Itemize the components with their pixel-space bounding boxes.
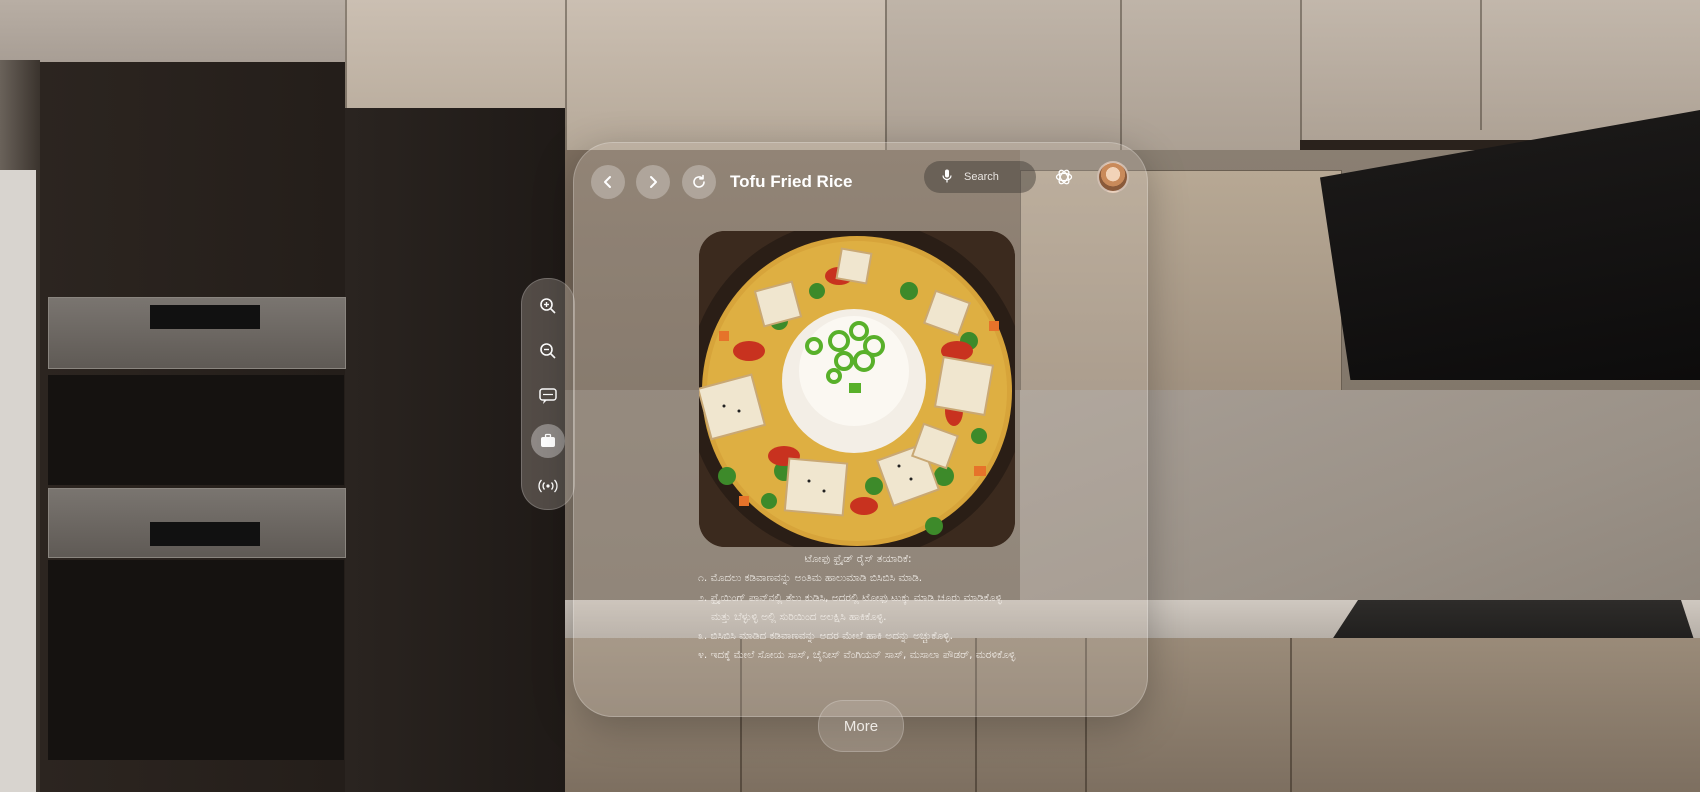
briefcase-icon[interactable] (531, 424, 565, 458)
subtitles-icon[interactable] (531, 379, 565, 413)
back-button[interactable] (591, 165, 625, 199)
recipe-step: ೨. ಫ್ರೈಯಿಂಗ್ ಪಾನ್‌ನಲ್ಲಿ ತೆಲು ಕುಡಿಸಿ, ಅದರ… (698, 591, 1003, 604)
browser-window: Tofu Fried Rice Search ಟೋಫು ಫ್ರೈಡ್ ರೈಸ್ … (573, 142, 1148, 717)
zoom-out-icon[interactable] (531, 334, 565, 368)
recipe-step: ೪. ಇದಕ್ಕೆ ಮೇಲೆ ಸೋಯ ಸಾಸ್, ಚೈನೀಸ್ ವೆಂಗಿಯನ್… (698, 649, 1016, 662)
more-button[interactable]: More (818, 700, 904, 752)
microphone-icon[interactable] (942, 169, 952, 186)
recipe-text: ಟೋಫು ಫ್ರೈಡ್ ರೈಸ್ ತಯಾರಿಕೆ: ೧. ಮೊದಲು ಕಡಿವಾ… (698, 550, 1118, 666)
chevron-left-icon (604, 176, 611, 188)
search-label: Search (964, 171, 999, 183)
recipe-heading: ಟೋಫು ಫ್ರೈಡ್ ರೈಸ್ ತಯಾರಿಕೆ: (804, 553, 912, 565)
user-avatar[interactable] (1097, 161, 1129, 193)
page-title: Tofu Fried Rice (730, 172, 853, 191)
side-toolbar (521, 278, 575, 510)
broadcast-icon[interactable] (531, 469, 565, 503)
chatgpt-button[interactable] (1052, 165, 1076, 189)
chatgpt-icon (1055, 169, 1073, 185)
zoom-in-icon[interactable] (531, 289, 565, 323)
search-field[interactable]: Search (924, 161, 1036, 193)
forward-button[interactable] (636, 165, 670, 199)
chevron-right-icon (650, 176, 657, 188)
tofu-fried-rice-image (699, 231, 1015, 547)
recipe-step-continuation: ಮತ್ತು ಬೆಳ್ಳುಳ್ಳಿ ಅಲ್ಲಿ ಸುರಿಯಿಂದ ಅಲಕ್ಷಿಸಿ… (711, 610, 887, 623)
recipe-step: ೧. ಮೊದಲು ಕಡಿವಾಣವನ್ನು ಅಂತಿಮ ಹಾಲುಮಾಡಿ ಬಿಸಿ… (698, 572, 923, 585)
reload-icon (693, 174, 705, 188)
reload-button[interactable] (682, 165, 716, 199)
recipe-step: ೩. ಬಿಸಿಬಿಸಿ ಮಾಡಿದ ಕಡಿವಾಣವನ್ನು ಅದರ ಮೇಲೆ ಹ… (698, 630, 953, 643)
